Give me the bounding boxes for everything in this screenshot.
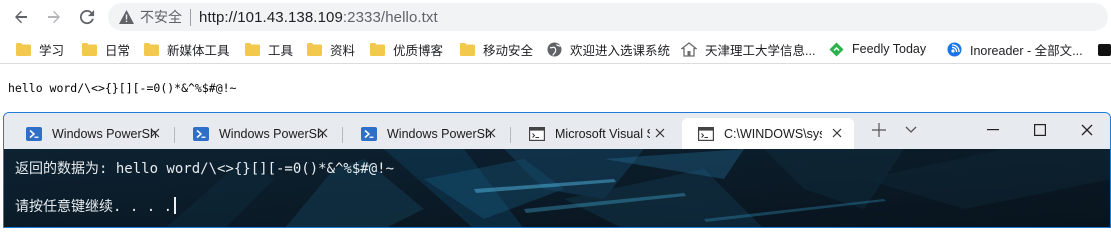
- bookmark-item[interactable]: 资料: [306, 39, 355, 59]
- close-icon[interactable]: [148, 126, 162, 140]
- folder-icon: [244, 41, 260, 57]
- plus-icon: [872, 123, 886, 137]
- security-status-label[interactable]: 不安全: [140, 7, 182, 27]
- url-text[interactable]: http://101.43.138.109:2333/hello.txt: [199, 9, 438, 26]
- bookmark-item[interactable]: 移动安全: [459, 39, 533, 59]
- folder-icon: [369, 41, 385, 57]
- terminal-tab-label: Microsoft Visual S: [555, 126, 650, 141]
- new-tab-button[interactable]: [870, 121, 888, 139]
- cmd-icon: [698, 126, 714, 142]
- bookmark-label: 工具: [268, 43, 294, 58]
- terminal-tab-label: Windows PowerSh: [387, 126, 491, 141]
- reload-button[interactable]: [74, 4, 100, 30]
- powershell-icon: [361, 126, 377, 142]
- arrow-left-icon: [15, 10, 27, 24]
- maximize-button[interactable]: [1031, 121, 1049, 139]
- bookmark-item[interactable]: 工具: [244, 39, 293, 59]
- terminal-prompt-line: 请按任意键继续. . . .: [15, 196, 177, 216]
- bookmarks-bar: 学习 日常 新媒体工具 工具 资料 优质博客 移动安全 欢迎进入选课系统 天津理工大学信息...…: [0, 34, 1111, 64]
- bookmark-label: 优质博客: [393, 43, 444, 58]
- terminal-prompt-text: 请按任意键继续. . . .: [15, 199, 173, 215]
- maximize-icon: [1034, 124, 1046, 136]
- tab-dropdown-button[interactable]: [902, 121, 920, 139]
- bookmark-label: 移动安全: [483, 43, 534, 58]
- bookmark-item[interactable]: 天津理工大学信息...: [681, 39, 815, 59]
- arrow-right-icon: [48, 10, 60, 24]
- bookmark-label: 欢迎进入选课系统: [570, 43, 671, 58]
- plain-text-content: hello word/\<>{}[][-=0()*&^%$#@!~: [8, 81, 237, 95]
- terminal-tab-label: C:\WINDOWS\syst: [724, 126, 822, 141]
- terminal-tab[interactable]: Windows PowerSh: [177, 118, 340, 149]
- bookmark-item[interactable]: 新媒体工具: [143, 39, 230, 59]
- terminal-window: Windows PowerSh Windows PowerSh Windows Po…: [3, 112, 1111, 228]
- url-path: :2333/hello.txt: [342, 8, 438, 26]
- browser-toolbar: 不安全 http://101.43.138.109:2333/hello.txt: [0, 0, 1111, 34]
- terminal-tab[interactable]: Microsoft Visual S: [513, 118, 677, 149]
- inoreader-icon: [946, 41, 962, 57]
- close-icon[interactable]: [653, 126, 667, 140]
- text-cursor: [174, 197, 177, 214]
- cmd-icon: [529, 126, 545, 142]
- close-icon[interactable]: [484, 126, 498, 140]
- bookmark-label: 新媒体工具: [167, 43, 230, 58]
- warning-icon[interactable]: [118, 9, 134, 25]
- school-icon: [681, 41, 697, 57]
- bookmark-label: Inoreader - 全部文...: [970, 43, 1083, 58]
- terminal-output-line: 返回的数据为: hello word/\<>{}[][-=0()*&^%$#@!…: [15, 161, 395, 177]
- bookmark-label: 天津理工大学信息...: [705, 43, 816, 58]
- reload-icon: [79, 9, 95, 25]
- url-host: http://101.43.138.109: [199, 8, 343, 26]
- forward-button[interactable]: [41, 4, 67, 30]
- tab-separator: [510, 127, 511, 143]
- close-icon: [1081, 124, 1093, 136]
- bookmark-label: Feedly Today: [852, 42, 927, 56]
- minimize-button[interactable]: [984, 121, 1002, 139]
- bookmark-label: 日常: [105, 43, 131, 58]
- folder-icon: [15, 41, 31, 57]
- feedly-icon: [828, 41, 844, 57]
- bookmark-item[interactable]: 欢迎进入选课系统: [546, 39, 670, 59]
- terminal-tab-label: Windows PowerSh: [219, 126, 323, 141]
- powershell-icon: [193, 126, 209, 142]
- back-button[interactable]: [8, 4, 34, 30]
- bookmark-item[interactable]: 学习: [15, 39, 64, 59]
- bookmark-item[interactable]: 优质博客: [369, 39, 443, 59]
- folder-icon: [81, 41, 97, 57]
- terminal-output[interactable]: 返回的数据为: hello word/\<>{}[][-=0()*&^%$#@!…: [4, 149, 1110, 227]
- terminal-tab-bar: Windows PowerSh Windows PowerSh Windows Po…: [4, 113, 1110, 149]
- address-bar[interactable]: 不安全 http://101.43.138.109:2333/hello.txt: [108, 3, 1108, 31]
- minimize-icon: [987, 129, 999, 131]
- bookmark-item[interactable]: 日常: [81, 39, 130, 59]
- powershell-icon: [26, 126, 42, 142]
- tab-separator: [342, 127, 343, 143]
- terminal-tab[interactable]: C:\WINDOWS\syst: [682, 118, 854, 149]
- folder-icon: [306, 41, 322, 57]
- globe-icon: [546, 41, 562, 57]
- bookmark-overflow-icon[interactable]: [1098, 44, 1111, 56]
- bookmark-label: 资料: [330, 43, 356, 58]
- terminal-tab[interactable]: Windows PowerSh: [10, 118, 172, 149]
- folder-icon: [459, 41, 475, 57]
- chevron-down-icon: [905, 126, 917, 133]
- terminal-tab[interactable]: Windows PowerSh: [345, 118, 508, 149]
- close-icon[interactable]: [316, 126, 330, 140]
- bookmark-item[interactable]: Feedly Today: [828, 39, 926, 59]
- bookmark-item[interactable]: Inoreader - 全部文...: [946, 39, 1083, 59]
- folder-icon: [143, 41, 159, 57]
- bookmark-label: 学习: [39, 43, 65, 58]
- close-window-button[interactable]: [1078, 121, 1096, 139]
- close-icon[interactable]: [830, 126, 844, 140]
- terminal-tab-label: Windows PowerSh: [52, 126, 156, 141]
- omnibox-divider: [190, 8, 191, 26]
- tab-separator: [174, 127, 175, 143]
- page-content: hello word/\<>{}[][-=0()*&^%$#@!~: [0, 64, 1111, 112]
